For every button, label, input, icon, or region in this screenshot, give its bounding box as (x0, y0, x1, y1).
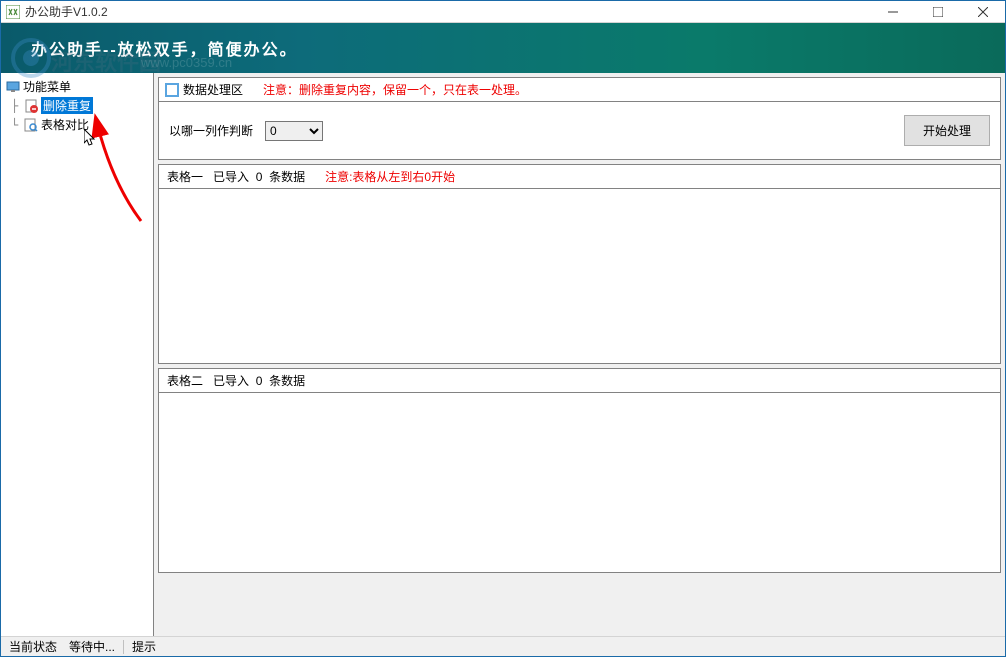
table1-count: 0 (256, 170, 263, 184)
table2-import-label: 已导入 (213, 374, 249, 388)
control-row: 以哪一列作判断 0 开始处理 (158, 102, 1001, 160)
section-warning: 注意：删除重复内容，保留一个，只在表一处理。 (263, 81, 527, 98)
data-section-header: 数据处理区 注意：删除重复内容，保留一个，只在表一处理。 (158, 77, 1001, 102)
column-label: 以哪一列作判断 (169, 122, 253, 139)
table1-section: 表格一 已导入 0 条数据 注意:表格从左到右0开始 (158, 164, 1001, 364)
app-icon (5, 4, 21, 20)
column-select[interactable]: 0 (265, 121, 323, 141)
status-state-label: 当前状态 (5, 638, 61, 655)
status-hint-label: 提示 (128, 638, 160, 655)
window-title: 办公助手V1.0.2 (25, 3, 870, 20)
content-area: 数据处理区 注意：删除重复内容，保留一个，只在表一处理。 以哪一列作判断 0 开… (154, 73, 1005, 638)
table2-count: 0 (256, 374, 263, 388)
table1-header: 表格一 已导入 0 条数据 注意:表格从左到右0开始 (158, 164, 1001, 189)
sidebar: 功能菜单 ├ 删除重复 └ 表格对比 (1, 73, 154, 638)
table1-count-suffix: 条数据 (269, 170, 305, 184)
table2-name: 表格二 (167, 374, 203, 388)
window-controls (870, 1, 1005, 23)
close-button[interactable] (960, 1, 1005, 23)
sidebar-item-delete-duplicate[interactable]: ├ 删除重复 (3, 96, 151, 115)
table1-warning: 注意:表格从左到右0开始 (325, 168, 455, 185)
titlebar: 办公助手V1.0.2 (1, 1, 1005, 23)
header-banner: 河东软件园 办公助手--放松双手，简便办公。 www.pc0359.cn (1, 23, 1005, 73)
table1-name: 表格一 (167, 170, 203, 184)
tree-root[interactable]: 功能菜单 (3, 77, 151, 96)
section-title: 数据处理区 (183, 81, 243, 98)
compare-icon (23, 117, 39, 133)
table1-import-label: 已导入 (213, 170, 249, 184)
tree-item-label-0: 删除重复 (41, 97, 93, 114)
tree-item-label-1: 表格对比 (41, 116, 89, 133)
table2-body[interactable] (158, 393, 1001, 573)
maximize-button[interactable] (915, 1, 960, 23)
watermark-url: www.pc0359.cn (141, 55, 232, 70)
section-icon (165, 83, 179, 97)
sidebar-item-table-compare[interactable]: └ 表格对比 (3, 115, 151, 134)
status-state-value: 等待中... (65, 638, 119, 655)
monitor-icon (5, 79, 21, 95)
watermark-logo-icon (11, 38, 51, 78)
minimize-button[interactable] (870, 1, 915, 23)
delete-icon (23, 98, 39, 114)
main-area: 功能菜单 ├ 删除重复 └ 表格对比 数据处理区 注 (1, 73, 1005, 638)
process-button[interactable]: 开始处理 (904, 115, 990, 146)
table2-header: 表格二 已导入 0 条数据 (158, 368, 1001, 393)
table1-body[interactable] (158, 189, 1001, 364)
tree-root-label: 功能菜单 (23, 78, 71, 95)
statusbar: 当前状态 等待中... 提示 (1, 636, 1005, 656)
table2-section: 表格二 已导入 0 条数据 (158, 368, 1001, 573)
table2-count-suffix: 条数据 (269, 374, 305, 388)
